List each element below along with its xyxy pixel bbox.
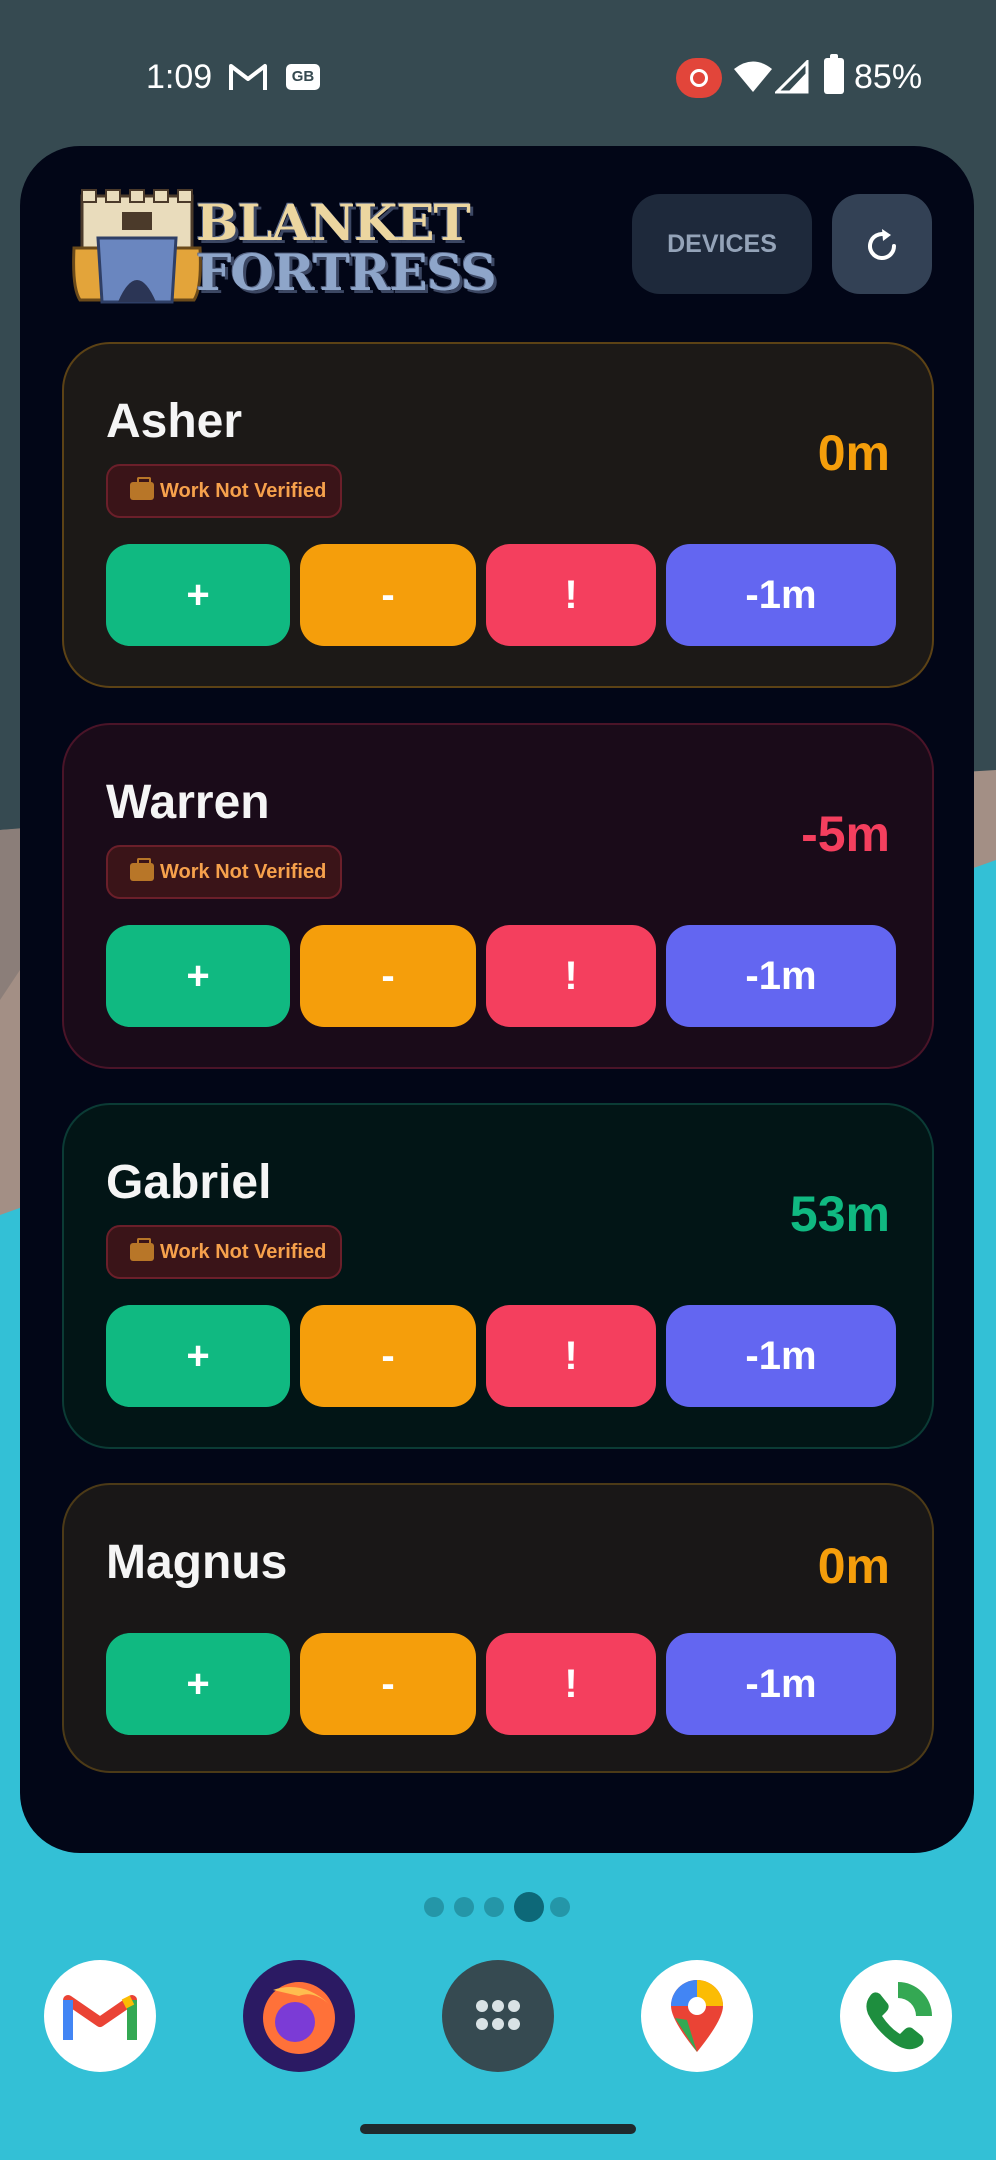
work-status-text: Work Not Verified [160,861,327,883]
add-time-button[interactable]: + [106,1633,290,1735]
add-time-button[interactable]: + [106,544,290,646]
briefcase-icon [130,477,154,500]
gmail-icon [229,64,267,90]
work-status-text: Work Not Verified [160,480,327,502]
kid-time-balance: -5m [801,806,890,862]
kid-name: Warren [106,776,270,829]
minus-one-minute-button[interactable]: -1m [666,1633,896,1735]
page-dot [454,1897,474,1917]
work-status-badge: Work Not Verified [106,1225,342,1279]
gmail-icon[interactable] [44,1960,156,2072]
devices-button[interactable]: DEVICES [632,194,812,294]
phone-icon[interactable] [840,1960,952,2072]
gmail-logo [63,1995,137,2040]
page-dot [484,1897,504,1917]
phone-logo [866,1982,932,2050]
alert-button[interactable]: ! [486,925,656,1027]
alert-button[interactable]: ! [486,544,656,646]
maps-logo [671,1980,723,2052]
battery-percent: 85% [854,58,923,96]
refresh-button[interactable] [832,194,932,294]
kid-name: Gabriel [106,1156,272,1209]
add-time-button[interactable]: + [106,1305,290,1407]
kid-card-asher: Asher 0m Work Not Verified + -! -1m [62,342,934,688]
kid-card-magnus: Magnus 0m + -! -1m [62,1483,934,1773]
app-drawer-icon[interactable] [442,1960,554,2072]
page-dot [514,1892,544,1922]
alert-button[interactable]: ! [486,1633,656,1735]
work-status-badge: Work Not Verified [106,845,342,899]
subtract-time-button[interactable]: - [300,925,476,1027]
page-indicator [424,1890,584,1922]
gesture-navigation-bar[interactable] [360,2124,636,2134]
subtract-time-button[interactable]: - [300,1305,476,1407]
work-status-text: Work Not Verified [160,1241,327,1263]
logo-text: BLANKET FORTRESS [196,188,497,302]
kid-time-balance: 53m [789,1186,890,1242]
logo: BLANKET FORTRESS [68,188,497,308]
kid-card-warren: Warren -5m Work Not Verified + -! -1m [62,723,934,1069]
work-status-badge: Work Not Verified [106,464,342,518]
status-time: 1:09 [146,58,213,96]
kid-card-gabriel: Gabriel 53m Work Not Verified + -! -1m [62,1103,934,1449]
kid-name: Asher [106,395,243,448]
briefcase-icon [130,858,154,881]
logo-line-1: BLANKET [196,193,471,252]
signal-icon [775,60,809,94]
fortress-logo-icon [72,189,202,304]
minus-one-minute-button[interactable]: -1m [666,544,896,646]
battery-icon [824,54,844,94]
status-bar: 1:09 GB 85% [0,48,996,110]
kid-time-balance: 0m [817,425,890,481]
maps-icon[interactable] [641,1960,753,2072]
app-grid [476,2000,520,2030]
firefox-logo [263,1982,335,2054]
blanket-fortress-widget: BLANKET FORTRESS DEVICES Asher 0m Work Not… [20,146,974,1853]
subtract-time-button[interactable]: - [300,1633,476,1735]
briefcase-icon [130,1238,154,1261]
kid-time-balance: 0m [817,1538,890,1594]
minus-one-minute-button[interactable]: -1m [666,925,896,1027]
refresh-icon [868,229,896,260]
gb-icon: GB [286,64,320,90]
add-time-button[interactable]: + [106,925,290,1027]
alert-button[interactable]: ! [486,1305,656,1407]
kid-name: Magnus [106,1536,288,1589]
page-dot [550,1897,570,1917]
wifi-icon [734,61,772,92]
minus-one-minute-button[interactable]: -1m [666,1305,896,1407]
subtract-time-button[interactable]: - [300,544,476,646]
firefox-icon[interactable] [243,1960,355,2072]
screen-record-icon[interactable] [676,58,722,98]
logo-line-2: FORTRESS [196,243,497,302]
page-dot [424,1897,444,1917]
